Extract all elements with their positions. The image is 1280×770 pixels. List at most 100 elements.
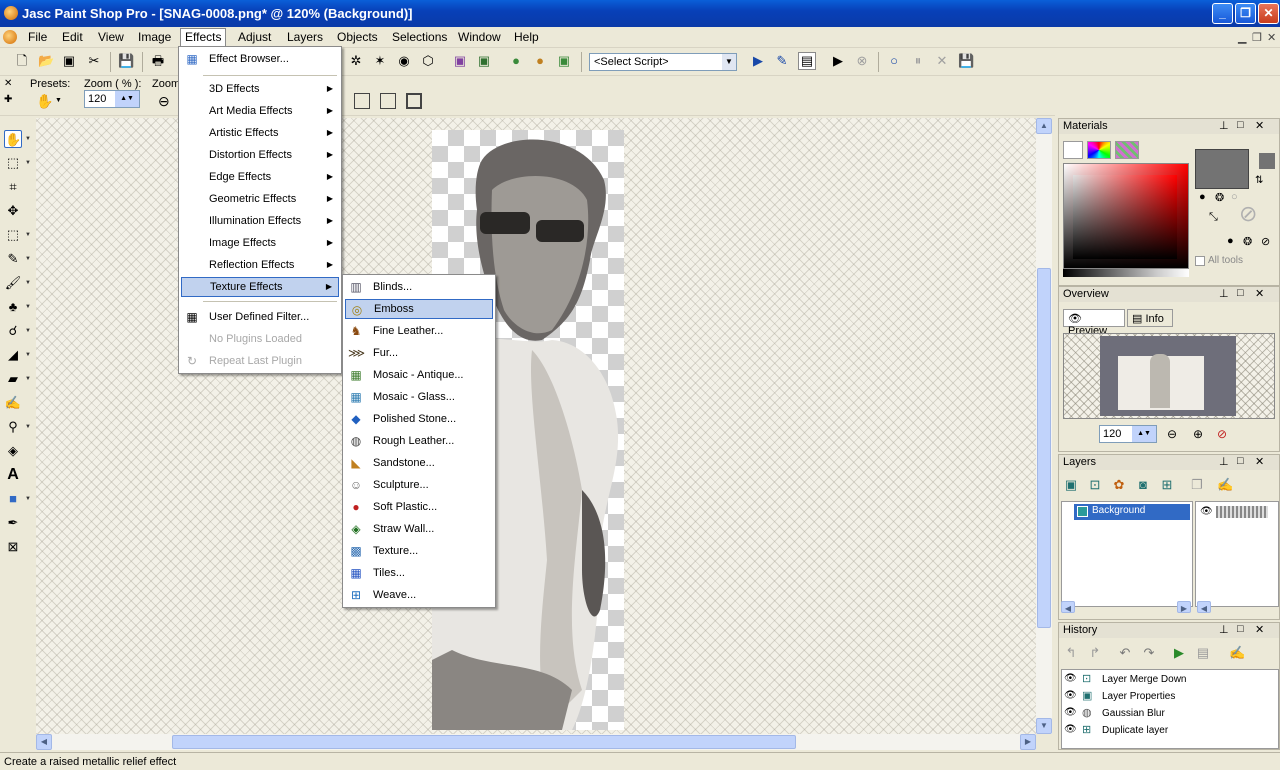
menu-item-emboss[interactable]: ◎ Emboss xyxy=(345,299,493,319)
menu-item-geometric-effects[interactable]: Geometric Effects ▶ xyxy=(181,189,339,209)
zoom-spinner-icon[interactable]: ▲▼ xyxy=(115,91,139,107)
menu-item-mosaic-glass[interactable]: ▦ Mosaic - Glass... xyxy=(345,387,493,407)
fg-style-pattern-icon[interactable]: ❂ xyxy=(1215,191,1224,204)
menu-file[interactable]: File xyxy=(28,30,47,44)
effect-wand-icon[interactable]: ✶ xyxy=(372,53,388,69)
menu-item-blinds[interactable]: ▥ Blinds... xyxy=(345,277,493,297)
menu-help[interactable]: Help xyxy=(514,30,539,44)
menu-item-image-effects[interactable]: Image Effects ▶ xyxy=(181,233,339,253)
menu-item-soft-plastic[interactable]: ● Soft Plastic... xyxy=(345,497,493,517)
menu-item-sculpture[interactable]: ☺ Sculpture... xyxy=(345,475,493,495)
menu-selections[interactable]: Selections xyxy=(392,30,447,44)
saturation-square[interactable] xyxy=(1073,175,1177,259)
open-folder-icon[interactable]: 📂 xyxy=(38,53,54,69)
red-eye-icon[interactable]: ◉ xyxy=(396,53,412,69)
menu-item-artistic-effects[interactable]: Artistic Effects ▶ xyxy=(181,123,339,143)
history-redo-selected-icon[interactable]: ↱ xyxy=(1087,645,1103,661)
horizontal-scrollbar[interactable]: ◀ ▶ xyxy=(36,734,1036,750)
panel-maximize-icon[interactable]: □ xyxy=(1237,287,1244,299)
edit-layer-icon[interactable]: ✍ xyxy=(1217,477,1233,493)
paint-brush-icon[interactable]: 🖌 xyxy=(4,274,22,292)
scene-icon[interactable]: ▣ xyxy=(556,53,572,69)
person-orange-icon[interactable]: ● xyxy=(532,53,548,69)
mdi-minimize-icon[interactable]: ▁ xyxy=(1238,31,1246,44)
layer-group-icon[interactable]: ⊞ xyxy=(1159,477,1175,493)
zoom-fit-icon[interactable] xyxy=(380,93,396,109)
mdi-restore-icon[interactable]: ❐ xyxy=(1252,31,1262,44)
menu-item-mosaic-antique[interactable]: ▦ Mosaic - Antique... xyxy=(345,365,493,385)
browse-icon[interactable]: ▣ xyxy=(61,53,77,69)
cancel-script-icon[interactable]: ⊗ xyxy=(854,53,870,69)
layer-row-background[interactable]: Background xyxy=(1074,504,1190,520)
menu-item-art-media-effects[interactable]: Art Media Effects ▶ xyxy=(181,101,339,121)
cube-icon[interactable]: ⬡ xyxy=(420,53,436,69)
script-mode-icon[interactable]: ▤ xyxy=(798,52,816,70)
overview-preview[interactable] xyxy=(1063,333,1275,419)
vertical-scroll-thumb[interactable] xyxy=(1037,268,1051,628)
menu-window[interactable]: Window xyxy=(458,30,501,44)
grayscale-strip[interactable] xyxy=(1063,269,1189,277)
save-script-icon[interactable]: ▤ xyxy=(1195,645,1211,661)
pin-icon[interactable]: ⊥ xyxy=(1219,455,1229,468)
portrait-icon[interactable]: ▣ xyxy=(452,53,468,69)
layer-scroll-left-icon[interactable]: ◀ xyxy=(1061,601,1075,613)
new-adjustment-layer-icon[interactable]: ✿ xyxy=(1111,477,1127,493)
menu-item-fur[interactable]: ⋙ Fur... xyxy=(345,343,493,363)
menu-item-fine-leather[interactable]: ♞ Fine Leather... xyxy=(345,321,493,341)
menu-item-texture-effects[interactable]: Texture Effects ▶ xyxy=(181,277,339,297)
maximize-button[interactable]: ❐ xyxy=(1235,3,1256,24)
history-item[interactable]: 👁 ◍ Gaussian Blur xyxy=(1062,705,1278,722)
menu-adjust[interactable]: Adjust xyxy=(238,30,271,44)
app-icon[interactable] xyxy=(4,6,18,20)
warp-tool-icon[interactable]: ⊠ xyxy=(4,538,22,556)
menu-item-user-defined-filter[interactable]: ▦ User Defined Filter... xyxy=(181,307,339,327)
airbrush-tool-icon[interactable]: ⚲ xyxy=(4,418,22,436)
bg-style-pattern-icon[interactable]: ❂ xyxy=(1243,235,1252,248)
vertical-scrollbar[interactable]: ▲ ▼ xyxy=(1036,118,1052,734)
pin-icon[interactable]: ⊥ xyxy=(1219,119,1229,132)
close-button[interactable]: ✕ xyxy=(1258,3,1279,24)
foreground-swatch[interactable] xyxy=(1195,149,1249,189)
scroll-down-icon[interactable]: ▼ xyxy=(1036,718,1052,734)
tab-pattern-icon[interactable] xyxy=(1115,141,1139,159)
shape-tool-icon[interactable]: ■ xyxy=(4,490,22,508)
zoom-input[interactable]: 120 ▲▼ xyxy=(84,90,140,108)
panel-close-icon[interactable]: ✕ xyxy=(1255,287,1264,300)
new-mask-layer-icon[interactable]: ◙ xyxy=(1135,477,1151,493)
panel-maximize-icon[interactable]: □ xyxy=(1237,623,1244,635)
menu-view[interactable]: View xyxy=(98,30,124,44)
menu-item-3d-effects[interactable]: 3D Effects ▶ xyxy=(181,79,339,99)
fill-tool-icon[interactable]: ◈ xyxy=(4,442,22,460)
fg-style-none-icon[interactable]: ○ xyxy=(1231,191,1238,203)
menu-item-reflection-effects[interactable]: Reflection Effects ▶ xyxy=(181,255,339,275)
menu-item-rough-leather[interactable]: ◍ Rough Leather... xyxy=(345,431,493,451)
menu-item-polished-stone[interactable]: ◆ Polished Stone... xyxy=(345,409,493,429)
tab-frame-swatch-icon[interactable] xyxy=(1063,141,1083,159)
overview-zoom-in-icon[interactable]: ⊕ xyxy=(1193,427,1203,441)
scroll-right-icon[interactable]: ▶ xyxy=(1020,734,1036,750)
minimize-button[interactable]: _ xyxy=(1212,3,1233,24)
stop-icon[interactable]: ✕ xyxy=(934,53,950,69)
new-file-icon[interactable]: 🗋 xyxy=(14,53,30,69)
zoom-actual-icon[interactable] xyxy=(354,93,370,109)
run-script-icon[interactable]: ▶ xyxy=(750,53,766,69)
move-tool-icon[interactable]: ✥ xyxy=(4,202,22,220)
menu-item-straw-wall[interactable]: ◈ Straw Wall... xyxy=(345,519,493,539)
opacity-slider[interactable] xyxy=(1216,506,1268,518)
transparent-icon[interactable]: ⊘ xyxy=(1239,201,1257,227)
pan-tool-icon[interactable]: ✋ xyxy=(4,130,22,148)
history-item[interactable]: 👁 ⊞ Duplicate layer xyxy=(1062,722,1278,739)
prop-scroll-left-icon[interactable]: ◀ xyxy=(1197,601,1211,613)
menu-item-texture[interactable]: ▩ Texture... xyxy=(345,541,493,561)
pause-icon[interactable]: ⏸ xyxy=(910,53,926,69)
dropper-tool-icon[interactable]: ✎ xyxy=(4,250,22,268)
zoom-window-icon[interactable] xyxy=(406,93,422,109)
scroll-up-icon[interactable]: ▲ xyxy=(1036,118,1052,134)
selection-tool-icon[interactable]: ⬚ xyxy=(4,226,22,244)
pin-icon[interactable]: ⊥ xyxy=(1219,623,1229,636)
tab-info[interactable]: ▤ Info xyxy=(1127,309,1173,327)
menu-edit[interactable]: Edit xyxy=(62,30,83,44)
bg-style-none-icon[interactable]: ⊘ xyxy=(1261,235,1270,248)
text-tool-icon[interactable]: A xyxy=(4,466,22,484)
tab-rainbow-icon[interactable] xyxy=(1087,141,1111,159)
